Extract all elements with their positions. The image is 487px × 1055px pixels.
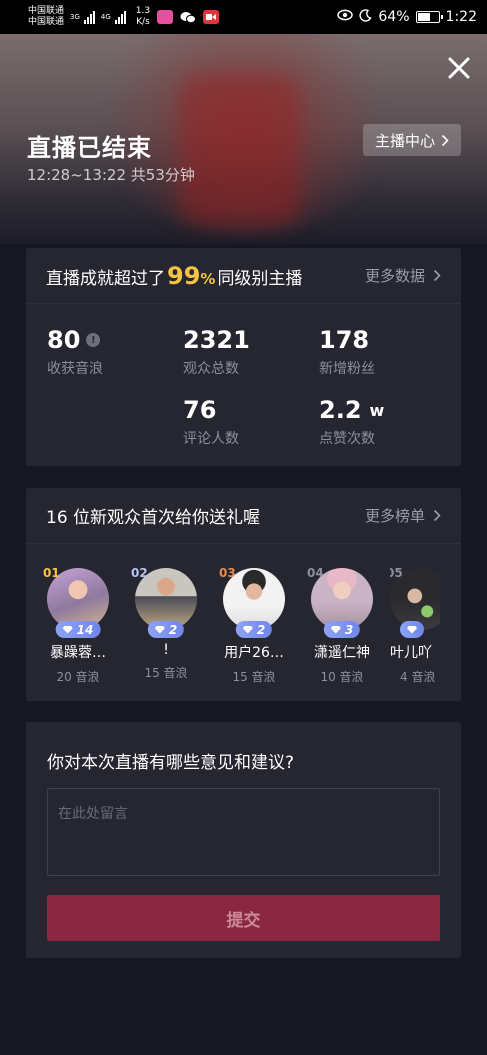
diamond-icon	[330, 625, 341, 634]
achievement-summary: 直播成就超过了99% 同级别主播	[46, 261, 303, 290]
wechat-icon	[180, 10, 197, 24]
new-gifters-card: 16 位新观众首次给你送礼喔 更多榜单 01 14 暴躁蓉… 20 音浪 02 …	[26, 488, 461, 701]
gifter-item[interactable]: 03 2 用户26… 15 音浪	[214, 566, 294, 685]
page-title: 直播已结束	[27, 134, 152, 162]
rank-label: 03	[219, 566, 236, 580]
status-bar: 中国联通 中国联通 3G 4G 1.3 K/s 64% 1:22	[0, 0, 487, 34]
feedback-card: 你对本次直播有哪些意见和建议? 提交	[26, 722, 461, 958]
new-gifters-title: 16 位新观众首次给你送礼喔	[46, 508, 261, 528]
achievement-percent: 99%	[167, 261, 216, 290]
moon-icon	[359, 8, 372, 26]
gifter-amount: 10 音浪	[320, 670, 364, 684]
gifter-list: 01 14 暴躁蓉… 20 音浪 02 2 ! 15 音浪 03 2 用户26……	[26, 544, 461, 700]
close-button[interactable]	[445, 54, 473, 82]
gifter-item[interactable]: 05 叶儿吖 4 音浪	[390, 568, 440, 685]
gifter-name: !	[163, 642, 169, 658]
gifter-name: 潇遥仁神	[314, 645, 370, 661]
gifter-amount: 15 音浪	[232, 670, 276, 684]
signal-icon-2	[114, 10, 126, 24]
chevron-right-icon	[433, 269, 441, 282]
gifter-item[interactable]: 02 2 ! 15 音浪	[126, 566, 206, 681]
close-icon	[448, 57, 470, 79]
level-badge: 14	[55, 621, 101, 638]
feedback-title: 你对本次直播有哪些意见和建议?	[47, 753, 295, 773]
rank-label: 04	[307, 566, 324, 580]
host-center-label: 主播中心	[374, 131, 435, 150]
level-badge	[400, 621, 424, 638]
gifter-name: 叶儿吖	[390, 645, 432, 661]
network-type-1: 3G	[70, 13, 80, 21]
more-ranking-link[interactable]: 更多榜单	[365, 505, 441, 526]
carrier-2: 中国联通	[28, 17, 65, 27]
gifter-amount: 4 音浪	[400, 670, 436, 684]
network-speed: 1.3 K/s	[135, 6, 151, 27]
signal-icon	[83, 10, 95, 24]
carrier-names: 中国联通 中国联通	[28, 6, 64, 28]
rank-label: 01	[43, 566, 60, 580]
diamond-icon	[62, 625, 73, 634]
live-ended-header: 直播已结束 12:28~13:22 共53分钟 主播中心	[0, 34, 487, 244]
blurred-background-shape	[180, 74, 300, 224]
stat-new-fans: 178 新增粉丝	[319, 326, 375, 377]
gifter-amount: 15 音浪	[144, 666, 188, 680]
rank-label: 02	[131, 566, 148, 580]
network-type-2: 4G	[100, 13, 111, 21]
more-data-link[interactable]: 更多数据	[365, 265, 441, 286]
carrier-1: 中国联通	[28, 6, 65, 16]
submit-button[interactable]: 提交	[47, 895, 440, 941]
level-badge: 2	[147, 621, 185, 638]
host-center-button[interactable]: 主播中心	[362, 124, 461, 156]
diamond-icon	[242, 625, 253, 634]
app-notification-icon	[157, 10, 174, 24]
chevron-right-icon	[433, 509, 441, 522]
level-badge: 2	[235, 621, 273, 638]
live-duration: 12:28~13:22 共53分钟	[27, 166, 195, 184]
achievement-header: 直播成就超过了99% 同级别主播 更多数据	[26, 248, 461, 304]
stat-likes: 2.2 w 点赞次数	[319, 396, 385, 447]
level-badge: 3	[323, 621, 361, 638]
feedback-input[interactable]	[47, 788, 440, 876]
stat-sound-waves: 80! 收获音浪	[47, 326, 103, 377]
new-gifters-header: 16 位新观众首次给你送礼喔 更多榜单	[26, 488, 461, 544]
chevron-right-icon	[441, 134, 449, 146]
battery-icon	[415, 11, 443, 23]
diamond-icon	[154, 625, 165, 634]
info-icon[interactable]: !	[86, 333, 101, 347]
video-notification-icon	[203, 10, 220, 24]
eye-icon	[337, 9, 354, 25]
gifter-amount: 20 音浪	[56, 670, 100, 684]
stats-grid: 80! 收获音浪 2321 观众总数 178 新增粉丝 76 评论人数 2.2 w…	[26, 304, 461, 464]
stat-total-viewers: 2321 观众总数	[183, 326, 250, 377]
diamond-icon	[407, 625, 417, 634]
clock: 1:22	[445, 9, 477, 25]
gifter-name: 用户26…	[224, 645, 284, 661]
achievement-card: 直播成就超过了99% 同级别主播 更多数据 80! 收获音浪 2321 观众总数 …	[26, 248, 461, 466]
stat-commenters: 76 评论人数	[183, 396, 239, 447]
gifter-item[interactable]: 04 3 潇遥仁神 10 音浪	[302, 566, 382, 685]
battery-percent: 64%	[378, 9, 410, 25]
gifter-name: 暴躁蓉…	[50, 645, 106, 661]
rank-label: 05	[390, 568, 403, 580]
gifter-item[interactable]: 01 14 暴躁蓉… 20 音浪	[38, 566, 118, 685]
